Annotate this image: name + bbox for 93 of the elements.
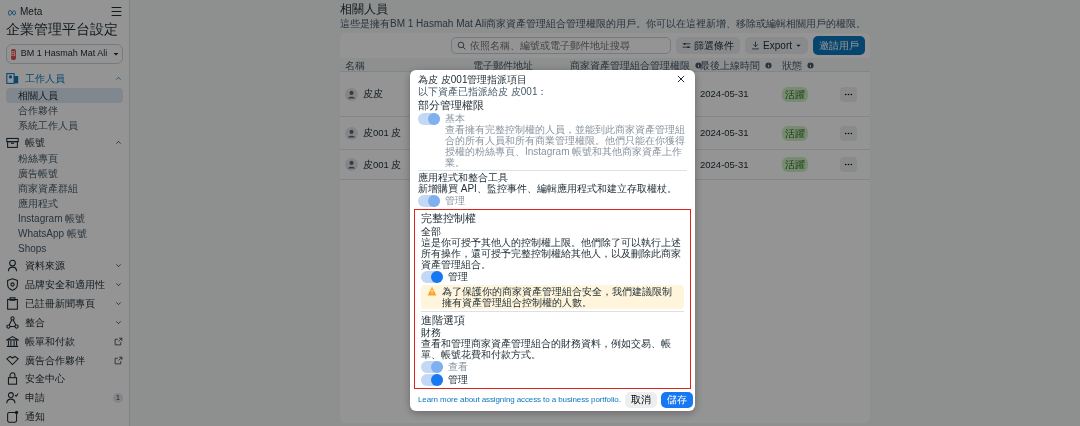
dialog-subtitle: 以下資產已指派給皮 皮001： [418,86,548,97]
status-badge: 活躍 [782,86,808,102]
sidebar-title: 企業管理平台設定 [6,21,119,39]
caret-icon [795,42,802,50]
status-badge: 活躍 [782,157,808,173]
page-title: 相關人員 [340,2,389,17]
sidebar-item[interactable]: 工作人員 [6,68,123,88]
sidebar-subitem[interactable]: 廣告帳號 [6,166,123,182]
lock-icon [6,372,19,386]
invite-button[interactable]: 邀請用戶 [813,36,865,56]
section-heading: 進階選項 [421,313,466,327]
user-avatar-icon [345,158,358,172]
column-header: 狀態 [782,59,802,74]
column-header: 最後上線時間 [700,59,760,74]
sidebar-item[interactable]: 通知 [6,407,123,426]
sidebar-subitem[interactable]: 應用程式 [6,196,123,212]
status-badge: 活躍 [782,125,808,141]
last-online-date: 2024-05-31 [700,87,750,102]
sidebar-item[interactable]: 資料來源 [6,256,123,276]
cancel-button[interactable]: 取消 [624,392,657,409]
toggle-description: 查看擁有完整控制權的人員，並能到此商家資產管理組合的所有人員和所有商業管理權限。他們只能在你獲得授權的粉絲專頁、Instagram 帳號和其他商家資產上作業。 [445,124,686,169]
column-header: 名稱 [345,59,365,74]
toggle-label: 查看 [448,361,468,373]
sidebar-item[interactable]: 品牌安全和適用性 [6,275,123,295]
close-button[interactable] [676,74,687,85]
save-button[interactable]: 儲存 [660,392,693,409]
warning-banner: 為了保護你的商家資產管理組合安全，我們建議限制擁有資產管理組合控制權的人數。 [421,284,684,309]
info-icon [807,62,814,70]
user-name: 皮001 皮 [363,157,402,172]
download-icon [751,41,761,51]
group-description: 這是你可授予其他人的控制權上限。他們除了可以執行上述所有操作，還可授予完整控制權給其他人，以及刪除此商家資產管理組合。 [421,236,682,270]
network-icon [6,315,19,329]
caret-icon [112,50,121,58]
toggle-switch[interactable] [421,270,443,283]
bank-icon [6,334,19,348]
sidebar-item[interactable]: 已註冊新聞專頁 [6,294,123,313]
toggle-label: 管理 [448,374,468,386]
export-button[interactable]: Export [745,37,808,55]
box-icon [6,135,19,149]
column-header: 商家資產管理組合管理權限 [570,59,690,74]
learn-more-link[interactable]: Learn more about assigning access to a business portfolio. [418,396,621,405]
external-link-icon [114,336,123,346]
toggle-label: 基本 [445,112,466,125]
group-description: 查看和管理商家資產管理組合的財務資料，例如交易、帳單、帳號花費和付款方式。 [421,338,672,361]
sidebar-item[interactable]: 整合 [6,312,123,332]
section-heading: 完整控制權 [421,212,477,225]
bell-frame-icon [6,410,19,424]
toggle-label: 管理 [445,195,465,207]
section-heading: 部分管理權限 [418,99,485,112]
user-avatar-icon [345,87,358,101]
sidebar-subitem[interactable]: Shops [6,241,123,257]
user-name: 皮皮 [363,87,383,102]
toggle-switch[interactable] [421,374,443,387]
sidebar-item[interactable]: 安全中心 [6,369,123,389]
sidebar-subitem[interactable]: Instagram 帳號 [6,211,123,227]
clipboard-icon [6,297,19,311]
toggle-label: 管理 [448,270,468,283]
sidebar-subitem[interactable]: 相關人員 [6,87,123,103]
filter-button[interactable]: 篩選條件 [676,37,741,55]
sidebar-subitem[interactable]: 系統工作人員 [6,117,123,133]
user-avatar-icon [345,126,358,140]
meta-logo-icon [6,7,18,16]
group-label: 應用程式和整合工具 [418,172,509,184]
search-icon [457,41,467,51]
data-source-icon [6,259,19,273]
search-field[interactable]: 依照名稱、編號或電子郵件地址搜尋 [451,37,672,55]
group-description: 新增購買 API、監控事件、編輯應用程式和建立存取權杖。 [418,183,678,195]
column-header: 電子郵件地址 [473,59,533,74]
info-icon [695,62,702,70]
sidebar-subitem[interactable]: 商家資產群組 [6,181,123,197]
person-check-icon [6,391,19,405]
group-label: 全部 [421,225,441,237]
sidebar-item[interactable]: 帳單和付款 [6,331,123,351]
sidebar-subitem[interactable]: 合作夥伴 [6,102,123,118]
warning-icon [427,285,437,296]
sidebar-item[interactable]: 帳號 [6,132,123,152]
sliders-icon [682,41,692,51]
dialog-title: 為皮 皮001管理指派項目 [418,74,529,86]
people-icon [6,71,19,85]
page-description: 這些是擁有BM 1 Hasmah Mat Ali商家資產管理組合管理權限的用戶。你可以在這裡新增、移除或編輯相關用戶的權限。 [340,17,868,32]
menu-icon[interactable] [110,5,123,18]
sidebar-item[interactable]: 廣告合作夥伴 [6,350,123,370]
group-label: 財務 [421,327,442,339]
last-online-date: 2024-05-31 [700,126,750,141]
shield-icon [6,278,19,292]
sidebar-subitem[interactable]: 粉絲專頁 [6,151,123,167]
last-online-date: 2024-05-31 [700,157,750,172]
external-link-icon [114,355,123,365]
brand-name: Meta [20,5,43,19]
info-icon [765,62,772,70]
sidebar-subitem[interactable]: WhatsApp 帳號 [6,226,123,242]
user-name: 皮001 皮 [363,126,402,141]
close-icon [676,74,686,84]
